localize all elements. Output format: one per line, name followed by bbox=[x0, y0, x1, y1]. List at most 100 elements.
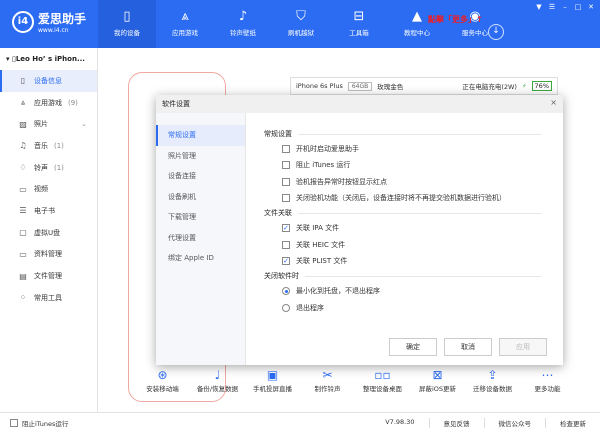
nav-tab-0[interactable]: ▯ 我的设备 bbox=[98, 0, 156, 48]
nav-tab-1[interactable]: ⩓ 应用游戏 bbox=[156, 0, 214, 48]
radio[interactable] bbox=[282, 287, 290, 296]
option-label: 关联 HEIC 文件 bbox=[296, 240, 346, 249]
sidebar-item-label: 文件管理 bbox=[34, 272, 62, 281]
settings-nav-item[interactable]: 设备连接 bbox=[156, 166, 245, 187]
dialog-close-icon[interactable]: × bbox=[550, 98, 557, 107]
tool-icon: ✂ bbox=[322, 368, 333, 382]
checkbox[interactable]: ✓ bbox=[282, 256, 290, 265]
checkbox-option[interactable]: ✓ 关联 IPA 文件 bbox=[264, 220, 541, 236]
check-update-link[interactable]: 检查更新 bbox=[545, 417, 600, 428]
charging-status: 正在电脑充电(2W) bbox=[462, 83, 517, 91]
settings-nav-item[interactable]: 设备刷机 bbox=[156, 187, 245, 208]
nav-tab-label: 应用游戏 bbox=[172, 29, 198, 37]
sidebar-item-label: 照片 bbox=[34, 120, 48, 129]
music-icon: ♪ bbox=[238, 9, 248, 24]
settings-nav-item[interactable]: 常规设置 bbox=[156, 125, 245, 146]
checkbox[interactable] bbox=[282, 177, 290, 186]
sidebar-item[interactable]: ♢ 铃声 (1) bbox=[0, 157, 97, 179]
tool-icon: ▣ bbox=[266, 368, 279, 382]
sidebar-item[interactable]: ⩓ 应用游戏 (9) bbox=[0, 92, 97, 114]
sidebar-item[interactable]: ☰ 电子书 bbox=[0, 200, 97, 222]
maximize-icon[interactable]: □ bbox=[573, 2, 583, 12]
wechat-link[interactable]: 微信公众号 bbox=[483, 417, 546, 428]
sidebar-item[interactable]: ▤ 文件管理 bbox=[0, 265, 97, 287]
tool-item[interactable]: ⋯ 更多功能 bbox=[520, 368, 575, 393]
settings-nav-item[interactable]: 绑定 Apple ID bbox=[156, 248, 245, 269]
sidebar-item[interactable]: ▭ 资料管理 bbox=[0, 244, 97, 266]
download-icon[interactable]: ↓ bbox=[488, 24, 504, 40]
option-label: 关联 PLIST 文件 bbox=[296, 256, 348, 265]
nav-tab-label: 服务中心 bbox=[462, 29, 488, 37]
cancel-button[interactable]: 取消 bbox=[444, 338, 492, 356]
ok-button[interactable]: 确定 bbox=[389, 338, 437, 356]
tool-icon: ⊠ bbox=[432, 368, 443, 382]
feedback-link[interactable]: 意见反馈 bbox=[428, 417, 484, 428]
sidebar-item[interactable]: ▯ 设备信息 bbox=[0, 70, 97, 92]
radio-option[interactable]: 最小化到托盘，不退出程序 bbox=[264, 283, 541, 299]
apply-button[interactable]: 应用 bbox=[499, 338, 547, 356]
promo-text: 點擊「更多」↑ bbox=[428, 15, 483, 24]
device-selector[interactable]: ▾ ▯Leo Ho’ s iPhon... bbox=[0, 48, 97, 70]
checkbox[interactable] bbox=[282, 194, 290, 203]
close-icon[interactable]: ✕ bbox=[586, 2, 596, 12]
logo-url: www.i4.cn bbox=[38, 27, 69, 34]
tool-icon: ⊛ bbox=[157, 368, 168, 382]
tool-item[interactable]: ✂ 制作铃声 bbox=[300, 368, 355, 393]
tool-item[interactable]: ⊛ 安装移动端 bbox=[135, 368, 190, 393]
tool-item[interactable]: ⇪ 迁移设备数据 bbox=[465, 368, 520, 393]
checkbox[interactable] bbox=[282, 240, 290, 249]
nav-tab-label: 刷机越狱 bbox=[288, 29, 314, 37]
sidebar-item[interactable]: ⁘ 常用工具 bbox=[0, 287, 97, 309]
nav-tab-3[interactable]: ⛉ 刷机越狱 bbox=[272, 0, 330, 48]
skin-icon[interactable]: ▼ bbox=[534, 2, 544, 12]
capacity-badge: 64GB bbox=[347, 81, 373, 91]
tools-icon: ⁘ bbox=[19, 293, 27, 303]
ebook-icon: ☰ bbox=[19, 206, 27, 216]
tool-item[interactable]: ▫▫ 整理设备桌面 bbox=[355, 368, 410, 393]
tool-item[interactable]: ⊠ 屏蔽iOS更新 bbox=[410, 368, 465, 393]
bolt-icon: ⚡ bbox=[521, 82, 527, 90]
sidebar-item-label: 常用工具 bbox=[34, 293, 62, 302]
sidebar-item[interactable]: ▢ 虚拟U盘 bbox=[0, 222, 97, 244]
checkbox-option[interactable]: ✓ 关联 PLIST 文件 bbox=[264, 253, 541, 269]
sidebar-item[interactable]: ▨ 照片 ⌄ bbox=[0, 113, 97, 135]
radio[interactable] bbox=[282, 303, 290, 312]
tool-icon: ♩ bbox=[214, 368, 221, 382]
tool-item[interactable]: ▣ 手机投屏直播 bbox=[245, 368, 300, 393]
radio-option[interactable]: 退出程序 bbox=[264, 299, 541, 315]
sidebar-item-label: 铃声 bbox=[34, 163, 48, 172]
option-label: 开机时启动爱思助手 bbox=[296, 145, 359, 154]
checkbox[interactable] bbox=[282, 145, 290, 154]
checkbox-option[interactable]: 关联 HEIC 文件 bbox=[264, 236, 541, 252]
chevron-down-icon[interactable]: ⌄ bbox=[81, 120, 87, 128]
usb-drive-icon: ▢ bbox=[19, 228, 27, 238]
checkbox-option[interactable]: 开机时启动爱思助手 bbox=[264, 141, 541, 157]
checkbox[interactable] bbox=[282, 161, 290, 170]
menu-icon[interactable]: ☰ bbox=[547, 2, 557, 12]
tool-label: 整理设备桌面 bbox=[363, 385, 402, 393]
nav-tab-2[interactable]: ♪ 铃声壁纸 bbox=[214, 0, 272, 48]
option-label: 关闭验机功能（关闭后，设备连接时将不再提交验机数据进行验机） bbox=[296, 194, 506, 203]
tool-item[interactable]: ♩ 备份/恢复数据 bbox=[190, 368, 245, 393]
photo-icon: ▨ bbox=[19, 119, 27, 129]
music-icon: ♫ bbox=[19, 141, 27, 151]
device-color: 玫瑰金色 bbox=[377, 83, 404, 91]
checkbox[interactable]: ✓ bbox=[282, 224, 290, 233]
device-model: iPhone 6s Plus bbox=[296, 82, 343, 90]
sidebar-item[interactable]: ♫ 音乐 (1) bbox=[0, 135, 97, 157]
checkbox-option[interactable]: 阻止 iTunes 运行 bbox=[264, 157, 541, 173]
settings-nav-item[interactable]: 下载管理 bbox=[156, 207, 245, 228]
sidebar-item-label: 电子书 bbox=[34, 206, 55, 215]
settings-nav-item[interactable]: 代理设置 bbox=[156, 228, 245, 249]
minimize-icon[interactable]: – bbox=[560, 2, 570, 12]
logo: i4 爱思助手 www.i4.cn bbox=[12, 10, 86, 34]
sidebar-item[interactable]: ▭ 视频 bbox=[0, 178, 97, 200]
checkbox-option[interactable]: 关闭验机功能（关闭后，设备连接时将不再提交验机数据进行验机） bbox=[264, 190, 541, 206]
block-itunes-checkbox[interactable]: 阻止iTunes运行 bbox=[10, 418, 68, 428]
video-icon: ▭ bbox=[19, 184, 27, 194]
toolbox-icon: ⊟ bbox=[353, 9, 365, 24]
nav-tab-4[interactable]: ⊟ 工具箱 bbox=[330, 0, 388, 48]
settings-nav-item[interactable]: 照片管理 bbox=[156, 146, 245, 167]
checkbox-option[interactable]: 验机报告异常时按钮显示红点 bbox=[264, 174, 541, 190]
tool-label: 备份/恢复数据 bbox=[196, 385, 239, 393]
